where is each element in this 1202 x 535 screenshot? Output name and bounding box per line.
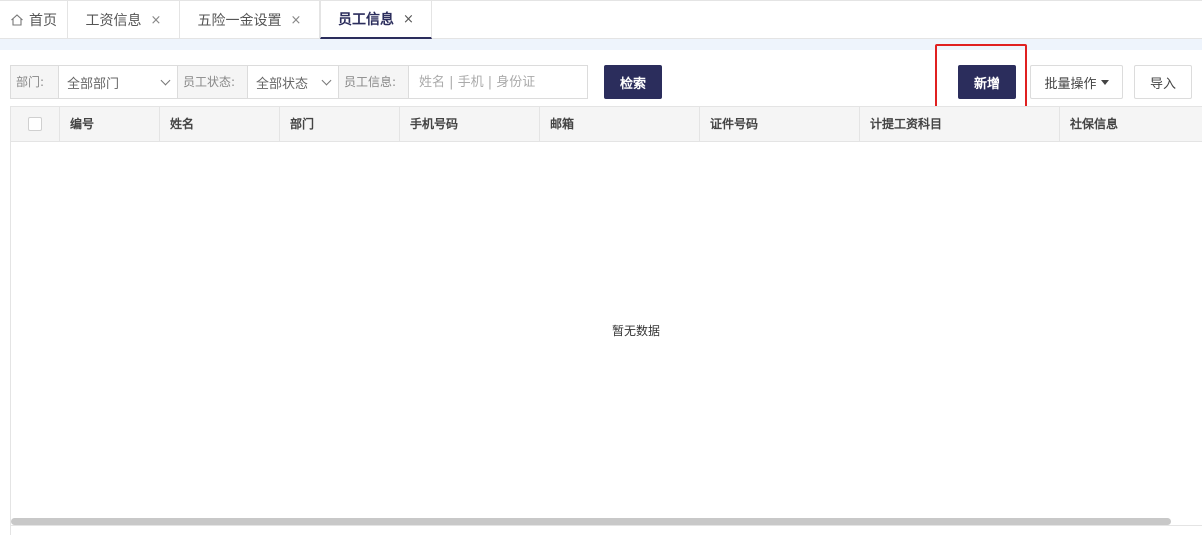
close-icon[interactable]: × bbox=[151, 13, 162, 28]
tab-bar: 首页 工资信息 × 五险一金设置 × 员工信息 × bbox=[0, 0, 1202, 39]
department-select-value: 全部部门 bbox=[67, 76, 120, 92]
tab-label: 员工信息 bbox=[338, 12, 395, 28]
status-select[interactable]: 全部状态 bbox=[248, 66, 339, 98]
table-bottom-border bbox=[10, 525, 1202, 526]
caret-down-icon bbox=[1100, 79, 1109, 85]
tab-home[interactable]: 首页 bbox=[0, 1, 68, 39]
tab-label: 首页 bbox=[29, 13, 57, 29]
close-icon[interactable]: × bbox=[403, 12, 414, 27]
tab-label: 工资信息 bbox=[85, 13, 142, 29]
home-icon bbox=[11, 14, 23, 26]
table-header: 编号 姓名 部门 手机号码 邮箱 证件号码 计提工资科目 社保信息 bbox=[11, 106, 1202, 142]
department-filter-label: 部门: bbox=[11, 66, 59, 98]
header-strip bbox=[0, 39, 1202, 50]
horizontal-scrollbar[interactable] bbox=[11, 518, 1171, 525]
tab-salary-info[interactable]: 工资信息 × bbox=[68, 1, 180, 39]
close-icon[interactable]: × bbox=[291, 13, 302, 28]
batch-operation-button[interactable]: 批量操作 bbox=[1030, 65, 1123, 99]
import-button[interactable]: 导入 bbox=[1134, 65, 1192, 99]
column-header-name[interactable]: 姓名 bbox=[160, 107, 280, 141]
chevron-down-icon bbox=[321, 75, 332, 85]
column-header-social-security[interactable]: 社保信息 bbox=[1060, 107, 1202, 141]
info-filter-label: 员工信息: bbox=[339, 66, 409, 98]
status-select-value: 全部状态 bbox=[256, 76, 309, 92]
employee-info-search-input[interactable] bbox=[409, 66, 587, 98]
department-select[interactable]: 全部部门 bbox=[59, 66, 178, 98]
add-button[interactable]: 新增 bbox=[958, 65, 1016, 99]
column-header-email[interactable]: 邮箱 bbox=[540, 107, 700, 141]
batch-operation-label: 批量操作 bbox=[1044, 76, 1097, 92]
tab-insurance-settings[interactable]: 五险一金设置 × bbox=[180, 1, 320, 39]
employee-table: 编号 姓名 部门 手机号码 邮箱 证件号码 计提工资科目 社保信息 暂无数据 bbox=[10, 106, 1202, 535]
column-header-salary-account[interactable]: 计提工资科目 bbox=[860, 107, 1060, 141]
empty-state-text: 暂无数据 bbox=[611, 324, 660, 338]
search-button[interactable]: 检索 bbox=[604, 65, 662, 99]
select-all-checkbox[interactable] bbox=[28, 117, 42, 131]
filter-bar: 部门: 全部部门 员工状态: 全部状态 员工信息: bbox=[10, 65, 588, 99]
status-filter-label: 员工状态: bbox=[178, 66, 248, 98]
column-header-id-number[interactable]: 证件号码 bbox=[700, 107, 860, 141]
select-all-cell bbox=[11, 107, 60, 141]
tab-label: 五险一金设置 bbox=[197, 13, 282, 29]
column-header-id[interactable]: 编号 bbox=[60, 107, 160, 141]
tab-employee-info[interactable]: 员工信息 × bbox=[320, 1, 432, 39]
chevron-down-icon bbox=[160, 75, 171, 85]
column-header-phone[interactable]: 手机号码 bbox=[400, 107, 540, 141]
column-header-department[interactable]: 部门 bbox=[280, 107, 400, 141]
